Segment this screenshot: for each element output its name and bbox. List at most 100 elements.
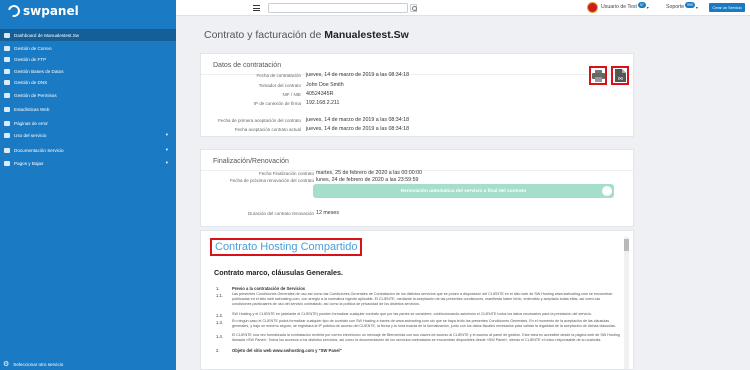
field-value: jueves, 14 de marzo de 2019 a las 08:34:… <box>306 72 410 78</box>
field-value: martes, 25 de febrero de 2020 a las 00:0… <box>316 170 423 176</box>
scrollbar-thumb[interactable] <box>624 239 629 251</box>
field-value: John Doe Smith <box>306 82 344 88</box>
sidebar-item[interactable]: Estadísticas Web <box>0 103 176 115</box>
field-label: Fecha de primera aceptación del contrato <box>217 118 301 123</box>
pdf-download-button[interactable]: ⋈ <box>611 66 629 85</box>
sidebar-item-label: Pagos y Bajas <box>14 160 44 166</box>
chevron-down-icon: ▾ <box>165 132 168 137</box>
sidebar-item-label: Documentación Servicio <box>14 147 64 153</box>
sidebar-item[interactable]: Gestión de DNS <box>0 76 176 88</box>
select-other-service-label: Seleccionar otro servicio <box>13 362 64 367</box>
svg-text:⋈: ⋈ <box>618 76 623 82</box>
menu-item-icon <box>4 56 10 62</box>
select-other-service[interactable]: ⚙ Seleccionar otro servicio <box>3 361 63 368</box>
contract-document-subtitle: Contrato marco, cláusulas Generales. <box>214 268 344 277</box>
sidebar-item-label: Gestión de Correo <box>14 45 52 51</box>
renewal-card: Finalización/Renovación Fecha Finalizaci… <box>200 149 634 227</box>
menu-item-icon <box>4 79 10 85</box>
sidebar-item[interactable]: Uso del servicio ▾ <box>0 129 176 141</box>
sidebar-item-label: Dashboard de Manualestest.Sw <box>14 32 80 38</box>
field-label: Fecha de próxima renovación del contrato <box>229 178 314 183</box>
field-label: Fecha aceptación contrato actual <box>234 127 301 132</box>
menu-item-icon <box>4 132 10 138</box>
sidebar-item-label: Gestión de DNS <box>14 79 48 85</box>
toggle-knob <box>602 186 612 196</box>
field-label: Tomador del contrato <box>258 83 301 88</box>
sidebar-item-label: Gestión de Permisos <box>14 92 57 98</box>
renewal-title: Finalización/Renovación <box>213 158 289 165</box>
print-button[interactable] <box>589 66 607 85</box>
search-input[interactable] <box>268 3 408 13</box>
section-heading: Objeto del sitio web www.swhosting.com y… <box>232 348 342 353</box>
field-label: Fecha Finalización contrato <box>258 171 314 176</box>
contract-data-title: Datos de contratación <box>213 62 282 69</box>
sidebar-item[interactable]: Dashboard de Manualestest.Sw <box>0 29 176 41</box>
chevron-down-icon: ▾ <box>695 4 698 10</box>
user-menu[interactable]: Usuario de Test 57 ▾ <box>601 2 649 10</box>
user-badge: 57 <box>637 2 646 8</box>
sidebar-item-label: Estadísticas Web <box>14 106 50 112</box>
sidebar-item-label: Gestión Bases de Datos <box>14 68 64 74</box>
menu-item-icon <box>4 45 10 51</box>
menu-item-icon <box>4 92 10 98</box>
support-menu[interactable]: Soporte 999 ▾ <box>666 2 698 10</box>
field-label: NIF / NIE <box>282 92 301 97</box>
field-value: 40524345R <box>306 91 334 97</box>
section-number: 1.1. <box>216 293 223 298</box>
menu-toggle-icon[interactable] <box>253 5 260 11</box>
avatar[interactable] <box>587 2 598 13</box>
swpanel-logo[interactable]: swpanel <box>5 2 79 20</box>
sidebar-item-label: Gestión de FTP <box>14 56 47 62</box>
menu-item-icon <box>4 160 10 166</box>
field-value: lunes, 24 de febrero de 2020 a las 23:59… <box>316 177 419 183</box>
auto-renew-label: Renovación automática del servicio a fin… <box>400 188 527 194</box>
section-paragraph: Las presentes Condiciones Generales de u… <box>232 292 613 307</box>
sidebar-item-label: Uso del servicio <box>14 132 47 138</box>
menu-item-icon <box>4 106 10 112</box>
support-label: Soporte <box>666 4 685 10</box>
page-title-domain: Manualestest.Sw <box>324 29 409 41</box>
sidebar-item-label: Páginas de error <box>14 120 48 126</box>
sidebar-item[interactable]: Páginas de error <box>0 117 176 129</box>
section-paragraph: El CLIENTE una vez formalizada la contra… <box>232 333 620 343</box>
page-title: Contrato y facturación de Manualestest.S… <box>204 29 409 41</box>
document-scrollbar[interactable] <box>624 237 629 369</box>
user-name: Usuario de Test <box>601 4 637 10</box>
section-number: 1.3. <box>216 320 223 325</box>
field-value: jueves, 14 de marzo de 2019 a las 08:34:… <box>306 126 410 132</box>
sidebar: swpanel Dashboard de Manualestest.Sw Gest… <box>0 0 176 370</box>
section-number: 1.4. <box>216 334 223 339</box>
logo-text: swpanel <box>23 4 79 18</box>
contract-document-card: Contrato Hosting Compartido Contrato mar… <box>200 230 634 370</box>
chevron-down-icon: ▾ <box>646 4 649 10</box>
search-icon[interactable] <box>410 4 417 12</box>
field-label: Fecha de contratación <box>256 73 301 78</box>
page-title-prefix: Contrato y facturación de <box>204 29 325 41</box>
printer-icon <box>591 69 605 82</box>
menu-item-icon <box>4 120 10 126</box>
chevron-down-icon: ▾ <box>165 160 168 165</box>
swpanel-logo-icon <box>5 2 23 20</box>
contract-document-title: Contrato Hosting Compartido <box>210 238 363 256</box>
section-paragraph: SW Hosting y el CLIENTE en (adelante el … <box>232 312 592 316</box>
sidebar-item[interactable]: Gestión de Permisos <box>0 89 176 101</box>
menu-item-icon <box>4 32 10 38</box>
sidebar-item[interactable]: Pagos y Bajas ▾ <box>0 157 176 169</box>
section-number: 1.2. <box>216 313 223 318</box>
menu-item-icon <box>4 68 10 74</box>
field-value: jueves, 14 de marzo de 2019 a las 08:34:… <box>306 117 410 123</box>
top-bar: Usuario de Test 57 ▾ Soporte 999 ▾ Crear un … <box>176 0 750 16</box>
section-heading: Previo a la contratación de Servicios <box>232 286 306 291</box>
gear-icon: ⚙ <box>3 361 10 368</box>
new-service-button[interactable]: Crear un Servicio <box>709 3 745 12</box>
field-label: IP de conexión de firma <box>253 101 301 106</box>
pdf-file-icon: ⋈ <box>614 69 626 82</box>
contract-data-card: Datos de contratación Fecha de contratac… <box>200 53 634 137</box>
sidebar-item[interactable]: Gestión de FTP <box>0 53 176 65</box>
section-number: 1. <box>216 286 220 291</box>
sidebar-item[interactable]: Documentación Servicio ▾ <box>0 144 176 156</box>
auto-renew-toggle[interactable]: Renovación automática del servicio a fin… <box>313 184 614 198</box>
field-label: Duración del contrato renovación <box>247 211 314 216</box>
section-number: 2. <box>216 348 220 353</box>
field-value: 192.168.2.211 <box>306 100 340 106</box>
